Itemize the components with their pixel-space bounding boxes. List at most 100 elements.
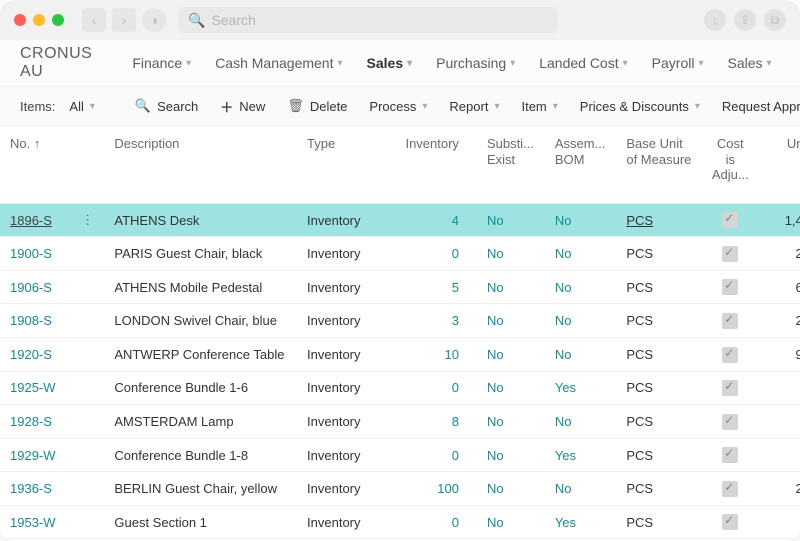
- cell-inventory[interactable]: 4: [394, 203, 477, 237]
- cell-substitute-exist[interactable]: No: [477, 472, 545, 506]
- cell-inventory[interactable]: 8: [394, 405, 477, 439]
- row-actions[interactable]: [71, 371, 104, 405]
- cell-no[interactable]: 1929-W: [0, 438, 71, 472]
- table-row[interactable]: 1908-SLONDON Swivel Chair, blueInventory…: [0, 304, 800, 338]
- cell-cost-adjusted[interactable]: [701, 472, 759, 506]
- row-actions[interactable]: [71, 304, 104, 338]
- table-row[interactable]: 1920-SANTWERP Conference TableInventory1…: [0, 338, 800, 372]
- cell-no[interactable]: 1900-S: [0, 237, 71, 271]
- cell-assembly-bom[interactable]: Yes: [545, 371, 617, 405]
- copy-icon[interactable]: ⧉: [764, 9, 786, 31]
- filter-all[interactable]: All ▾: [61, 95, 102, 118]
- minimize-window[interactable]: [33, 14, 45, 26]
- item-menu[interactable]: Item ▾: [513, 95, 565, 118]
- col-no[interactable]: No. ↑: [0, 126, 71, 203]
- table-row[interactable]: 1906-SATHENS Mobile PedestalInventory5No…: [0, 270, 800, 304]
- cell-inventory[interactable]: 0: [394, 438, 477, 472]
- table-row[interactable]: 1928-SAMSTERDAM LampInventory8NoNoPCS8: [0, 405, 800, 439]
- cell-cost-adjusted[interactable]: [701, 237, 759, 271]
- share-icon[interactable]: ⇪: [734, 9, 756, 31]
- nav-tab-sales[interactable]: Sales▾: [717, 49, 781, 77]
- col-base-unit[interactable]: Base Unit of Measure: [616, 126, 701, 203]
- cell-inventory[interactable]: 0: [394, 237, 477, 271]
- row-actions[interactable]: [71, 472, 104, 506]
- table-row[interactable]: 1936-SBERLIN Guest Chair, yellowInventor…: [0, 472, 800, 506]
- row-actions[interactable]: [71, 405, 104, 439]
- table-row[interactable]: 1929-WConference Bundle 1-8Inventory0NoY…: [0, 438, 800, 472]
- col-unit[interactable]: Unit: [759, 126, 800, 203]
- report-menu[interactable]: Report ▾: [441, 95, 507, 118]
- cell-cost-adjusted[interactable]: [701, 371, 759, 405]
- cell-no[interactable]: 1925-W: [0, 371, 71, 405]
- table-row[interactable]: 1925-WConference Bundle 1-6Inventory0NoY…: [0, 371, 800, 405]
- prices-menu[interactable]: Prices & Discounts ▾: [572, 95, 708, 118]
- download-icon[interactable]: ↓: [704, 9, 726, 31]
- forward-button[interactable]: ›: [112, 8, 136, 32]
- table-row[interactable]: 1896-S⋮ATHENS DeskInventory4NoNoPCS1,47: [0, 203, 800, 237]
- delete-button[interactable]: 🗑 Delete: [279, 94, 355, 118]
- cell-assembly-bom[interactable]: Yes: [545, 505, 617, 539]
- cell-substitute-exist[interactable]: No: [477, 203, 545, 237]
- nav-tab-payroll[interactable]: Payroll▾: [642, 49, 714, 77]
- cell-inventory[interactable]: 3: [394, 304, 477, 338]
- cell-cost-adjusted[interactable]: [701, 405, 759, 439]
- search-button[interactable]: 🔍 Search: [127, 94, 206, 118]
- cell-inventory[interactable]: 100: [394, 472, 477, 506]
- back-button[interactable]: ‹: [82, 8, 106, 32]
- nav-tab-cash-management[interactable]: Cash Management▾: [205, 49, 352, 77]
- new-button[interactable]: ＋ New: [212, 93, 273, 120]
- cell-assembly-bom[interactable]: No: [545, 270, 617, 304]
- nav-tab-sales[interactable]: Sales▾: [357, 49, 423, 77]
- nav-tab-landed-cost[interactable]: Landed Cost▾: [529, 49, 637, 77]
- cell-cost-adjusted[interactable]: [701, 338, 759, 372]
- cell-cost-adjusted[interactable]: [701, 505, 759, 539]
- row-actions[interactable]: [71, 505, 104, 539]
- close-window[interactable]: [14, 14, 26, 26]
- cell-cost-adjusted[interactable]: [701, 203, 759, 237]
- cell-substitute-exist[interactable]: No: [477, 438, 545, 472]
- col-description[interactable]: Description: [104, 126, 297, 203]
- col-type[interactable]: Type: [297, 126, 394, 203]
- cell-assembly-bom[interactable]: No: [545, 203, 617, 237]
- cell-no[interactable]: 1906-S: [0, 270, 71, 304]
- cell-substitute-exist[interactable]: No: [477, 304, 545, 338]
- cell-substitute-exist[interactable]: No: [477, 371, 545, 405]
- col-cost-adjusted[interactable]: Cost is Adju...: [701, 126, 759, 203]
- shield-icon[interactable]: ◑: [142, 8, 166, 32]
- address-search[interactable]: 🔍 Search: [178, 7, 558, 33]
- cell-no[interactable]: 1953-W: [0, 505, 71, 539]
- row-actions[interactable]: [71, 270, 104, 304]
- col-inventory[interactable]: Inventory: [394, 126, 477, 203]
- maximize-window[interactable]: [52, 14, 64, 26]
- request-approval[interactable]: Request Approv: [714, 95, 800, 118]
- cell-no[interactable]: 1908-S: [0, 304, 71, 338]
- cell-cost-adjusted[interactable]: [701, 270, 759, 304]
- cell-assembly-bom[interactable]: No: [545, 472, 617, 506]
- cell-no[interactable]: 1920-S: [0, 338, 71, 372]
- row-actions[interactable]: [71, 237, 104, 271]
- row-actions[interactable]: [71, 438, 104, 472]
- cell-cost-adjusted[interactable]: [701, 438, 759, 472]
- nav-tab-purchasing[interactable]: Purchasing▾: [426, 49, 525, 77]
- cell-no[interactable]: 1928-S: [0, 405, 71, 439]
- cell-assembly-bom[interactable]: No: [545, 405, 617, 439]
- cell-assembly-bom[interactable]: No: [545, 237, 617, 271]
- cell-assembly-bom[interactable]: No: [545, 338, 617, 372]
- cell-substitute-exist[interactable]: No: [477, 270, 545, 304]
- row-actions[interactable]: ⋮: [71, 203, 104, 237]
- process-menu[interactable]: Process ▾: [361, 95, 435, 118]
- cell-inventory[interactable]: 0: [394, 505, 477, 539]
- nav-tab-finance[interactable]: Finance▾: [122, 49, 201, 77]
- cell-substitute-exist[interactable]: No: [477, 237, 545, 271]
- table-row[interactable]: 1953-WGuest Section 1Inventory0NoYesPCS: [0, 505, 800, 539]
- cell-no[interactable]: 1896-S: [0, 203, 71, 237]
- cell-inventory[interactable]: 5: [394, 270, 477, 304]
- cell-no[interactable]: 1936-S: [0, 472, 71, 506]
- row-actions[interactable]: [71, 338, 104, 372]
- cell-cost-adjusted[interactable]: [701, 304, 759, 338]
- col-assembly-bom[interactable]: Assem... BOM: [545, 126, 617, 203]
- table-row[interactable]: 1900-SPARIS Guest Chair, blackInventory0…: [0, 237, 800, 271]
- cell-substitute-exist[interactable]: No: [477, 405, 545, 439]
- cell-assembly-bom[interactable]: Yes: [545, 438, 617, 472]
- cell-substitute-exist[interactable]: No: [477, 505, 545, 539]
